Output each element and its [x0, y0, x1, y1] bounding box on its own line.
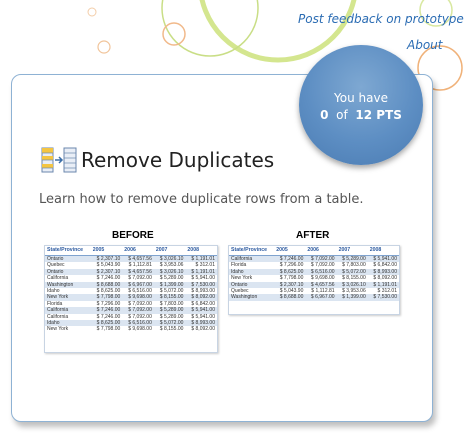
after-table-cell: $ 7,530.00: [367, 294, 399, 301]
points-earned: 0: [320, 108, 329, 122]
after-table-cell: $ 7,092.00: [305, 255, 337, 263]
after-table-row: Washington $ 8,688.00 $ 6,967.00 $ 1,399.00…: [229, 294, 399, 301]
remove-duplicates-icon: [41, 147, 77, 173]
after-column-header: 2007: [336, 246, 368, 256]
after-table-cell: $ 9,698.00: [310, 275, 335, 282]
after-column-header: State/Province: [229, 246, 275, 256]
points-total: 12 PTS: [355, 108, 402, 122]
before-table-cell: $ 4,657.56: [122, 255, 154, 263]
decor-circle: [161, 0, 259, 57]
after-table-cell: California: [229, 255, 275, 263]
after-table-cell: $ 1,399.00: [336, 294, 368, 301]
after-table-cell: $ 8,688.00: [274, 294, 306, 301]
before-table-header: State/Province 2005 2006 2007 2008: [45, 246, 217, 256]
before-table-cell: Ontario: [45, 255, 91, 263]
after-column-header: 2008: [367, 246, 399, 256]
before-column-header: 2007: [153, 246, 186, 256]
after-table-cell: $ 7,092.00: [310, 262, 335, 269]
after-table-cell: $ 6,967.00: [305, 294, 337, 301]
before-table-cell: $ 7,798.00: [96, 326, 121, 333]
after-table-cell: $ 8,092.00: [373, 275, 397, 282]
after-column-header: 2006: [305, 246, 337, 256]
after-table-row: California $ 7,246.00 $ 7,092.00 $ 5,289.00…: [229, 255, 399, 263]
post-feedback-link[interactable]: Post feedback on prototype: [298, 12, 464, 26]
points-badge-score: 0 of 12 PTS: [299, 108, 423, 122]
before-table-cell: $ 8,092.00: [191, 326, 215, 333]
lesson-title: Remove Duplicates: [81, 148, 275, 172]
lesson-subtitle: Learn how to remove duplicate rows from …: [39, 192, 364, 207]
before-table-cell: $ 1,191.01: [185, 255, 217, 263]
points-badge-label: You have: [334, 91, 388, 105]
after-column-header: 2005: [274, 246, 306, 256]
before-column-header: 2008: [185, 246, 217, 256]
points-of: of: [336, 108, 348, 122]
before-table-cell: New York: [47, 326, 69, 333]
decor-circle: [162, 22, 186, 46]
points-badge: You have 0 of 12 PTS: [299, 45, 423, 165]
before-table-image: State/Province 2005 2006 2007 2008 Ontario $ …: [44, 245, 218, 353]
before-label: BEFORE: [112, 230, 154, 241]
decor-circle: [87, 7, 97, 17]
before-column-header: 2006: [122, 246, 154, 256]
about-link[interactable]: About: [407, 38, 442, 52]
after-table-cell: $ 7,803.00: [342, 262, 366, 269]
before-table-cell: $ 8,155.00: [159, 326, 184, 333]
before-table-row: New York $ 7,798.00 $ 9,698.00 $ 8,155.00 $ …: [45, 326, 217, 332]
before-table-cell: $ 9,698.00: [128, 326, 152, 333]
after-table-cell: $ 8,155.00: [342, 275, 366, 282]
decor-circle: [97, 40, 111, 54]
after-table-image: State/Province 2005 2006 2007 2008 Californi…: [228, 245, 400, 315]
after-table-cell: $ 6,842.00: [373, 262, 397, 269]
after-table-header: State/Province 2005 2006 2007 2008: [229, 246, 399, 256]
before-table-row: Ontario $ 2,307.10 $ 4,657.56 $ 3,026.10 $ 1…: [45, 255, 217, 263]
before-table-cell: $ 2,307.10: [90, 255, 123, 263]
before-column-header: 2005: [90, 246, 123, 256]
after-table-cell: Washington: [229, 294, 275, 301]
after-table: State/Province 2005 2006 2007 2008 Californi…: [229, 246, 399, 301]
after-label: AFTER: [296, 230, 330, 241]
after-table-cell: $ 5,941.00: [367, 255, 399, 263]
before-table-cell: $ 3,026.10: [153, 255, 186, 263]
before-table: State/Province 2005 2006 2007 2008 Ontario $ …: [45, 246, 217, 333]
after-table-cell: $ 7,246.00: [274, 255, 306, 263]
after-table-cell: $ 5,289.00: [336, 255, 368, 263]
before-column-header: State/Province: [45, 246, 91, 256]
